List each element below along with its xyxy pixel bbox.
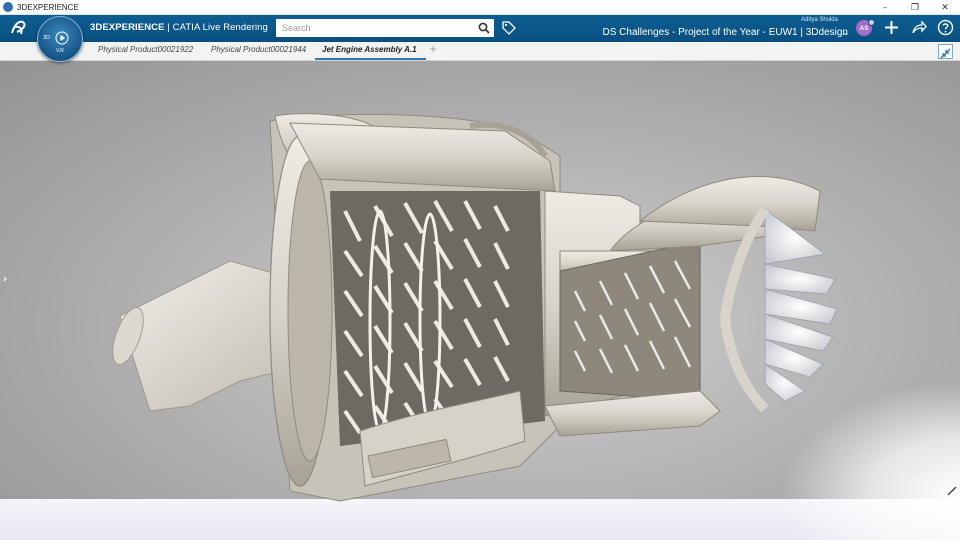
compass-version: V.R [56,48,64,54]
brand-title: 3DEXPERIENCE | CATIA Live Rendering [90,22,268,33]
compass-widget[interactable]: 3D V.R [37,16,83,62]
resize-handle-icon[interactable] [946,485,958,497]
help-icon[interactable] [937,19,954,36]
brand-3dexperience: 3DEXPERIENCE [90,22,165,33]
restore-button[interactable]: ❐ [900,0,930,15]
add-icon[interactable] [883,19,900,36]
play-icon[interactable] [55,31,69,45]
project-selector[interactable]: DS Challenges - Project of the Year - EU… [603,27,849,38]
jet-engine-model[interactable] [0,61,960,540]
brand-app-name: Live Rendering [202,22,268,33]
share-icon[interactable] [910,19,927,36]
search-input[interactable] [276,19,494,37]
document-tabs: Physical Product00021922 Physical Produc… [0,42,960,61]
3d-viewport[interactable]: › [0,61,960,540]
presence-indicator [868,19,875,26]
navigation-compass-icon[interactable] [896,442,932,482]
chevron-down-icon[interactable]: ⌄ [842,28,849,37]
close-button[interactable]: ✕ [930,0,960,15]
compass-3d-label: 3D [43,35,51,41]
tab-physical-product-1[interactable]: Physical Product00021922 [98,45,193,54]
brand-catia: | CATIA [164,22,203,33]
user-name: Aditya Shukla [801,17,838,23]
tab-physical-product-2[interactable]: Physical Product00021944 [211,45,306,54]
tab-jet-engine-assembly[interactable]: Jet Engine Assembly A.1 [322,45,417,54]
add-tab-button[interactable]: + [429,44,437,55]
collapse-icon[interactable] [938,44,953,59]
active-tab-indicator [315,58,426,60]
app-logo-icon [3,2,13,12]
tag-icon[interactable] [501,20,517,36]
top-bar: 3DEXPERIENCE | CATIA Live Rendering Adit… [0,15,960,42]
window-title: 3DEXPERIENCE [17,2,79,12]
search-icon[interactable] [478,22,490,34]
window-title-bar: 3DEXPERIENCE – ❐ ✕ [0,0,960,15]
minimize-button[interactable]: – [870,0,900,15]
ds-logo-icon[interactable] [8,18,30,38]
chevron-right-icon[interactable]: › [3,274,7,285]
